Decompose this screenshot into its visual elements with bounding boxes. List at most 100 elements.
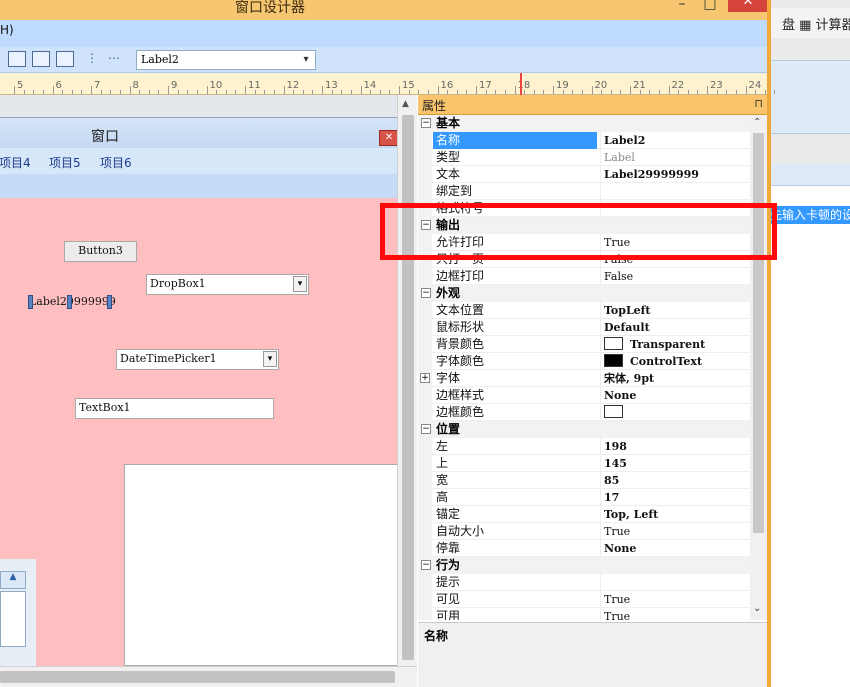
property-value[interactable]: True (600, 523, 750, 540)
property-value[interactable]: Default (600, 319, 750, 336)
property-category[interactable]: − 行为 (418, 557, 750, 574)
property-value[interactable]: 85 (600, 472, 750, 489)
collapse-icon[interactable]: − (421, 118, 431, 128)
property-value[interactable]: 17 (600, 489, 750, 506)
control-selector-dropdown[interactable]: Label2 ▾ (136, 50, 316, 70)
collapse-icon[interactable]: − (421, 424, 431, 434)
property-value[interactable]: Top, Left (600, 506, 750, 523)
ruler-tick (283, 86, 285, 94)
designer-vertical-thumb[interactable] (402, 115, 414, 660)
property-row-gutter (418, 387, 432, 404)
resize-handle-right[interactable] (107, 295, 112, 309)
property-row[interactable]: 边框样式 None (418, 387, 750, 404)
property-value[interactable] (600, 404, 750, 421)
property-value[interactable]: ControlText (600, 353, 750, 370)
designer-vertical-scrollbar[interactable]: ▲ (397, 95, 417, 666)
collapse-up-icon[interactable]: ▲ (0, 571, 26, 589)
property-row[interactable]: 边框打印 False (418, 268, 750, 285)
scroll-up-icon[interactable]: ⌃ (753, 117, 761, 128)
property-row[interactable]: 上 145 (418, 455, 750, 472)
property-value-text: ControlText (630, 355, 703, 368)
property-value[interactable] (600, 574, 750, 591)
property-value[interactable]: 宋体, 9pt (600, 370, 750, 387)
close-button[interactable]: ✕ (728, 0, 768, 12)
chevron-down-icon[interactable]: ▾ (299, 52, 313, 68)
form-menu-item-6[interactable]: 项目6 (100, 154, 132, 171)
property-row[interactable]: 背景颜色 Transparent (418, 336, 750, 353)
property-row[interactable]: 可见 True (418, 591, 750, 608)
property-value[interactable]: Label (600, 149, 750, 166)
property-row[interactable]: 可用 True (418, 608, 750, 620)
property-row[interactable]: + 字体 宋体, 9pt (418, 370, 750, 387)
menu-item-help[interactable]: H) (0, 23, 14, 37)
property-row[interactable]: 自动大小 True (418, 523, 750, 540)
property-category[interactable]: − 位置 (418, 421, 750, 438)
property-row[interactable]: 宽 85 (418, 472, 750, 489)
ruler-tick (148, 90, 150, 94)
property-row[interactable]: 锚定 Top, Left (418, 506, 750, 523)
form-menu-item-4[interactable]: 项目4 (0, 154, 31, 171)
property-row[interactable]: 类型 Label (418, 149, 750, 166)
property-grid-scrollbar[interactable]: ⌃ ⌄ (750, 115, 767, 620)
scroll-down-icon[interactable]: ⌄ (753, 603, 761, 614)
property-value-text: Top, Left (604, 508, 659, 521)
textbox1-control[interactable]: TextBox1 (75, 398, 274, 419)
ruler-tick (264, 90, 266, 94)
calendar-dropdown-icon[interactable]: ▾ (263, 351, 277, 367)
property-value[interactable]: Label2 (600, 132, 750, 149)
property-row[interactable]: 停靠 None (418, 540, 750, 557)
scroll-up-icon[interactable]: ▲ (402, 99, 409, 109)
form-menu-bar: 项目4 项目5 项目6 (0, 148, 397, 174)
collapse-icon[interactable]: − (421, 288, 431, 298)
designer-horizontal-scrollbar[interactable] (0, 666, 417, 687)
property-value[interactable]: False (600, 268, 750, 285)
maximize-button[interactable]: □ (700, 0, 720, 14)
form-menu-item-5[interactable]: 项目5 (49, 154, 81, 171)
property-row[interactable]: 左 198 (418, 438, 750, 455)
property-row[interactable]: 绑定到 (418, 183, 750, 200)
property-row[interactable]: 文本 Label29999999 (418, 166, 750, 183)
property-value[interactable]: 198 (600, 438, 750, 455)
property-row[interactable]: 鼠标形状 Default (418, 319, 750, 336)
pin-icon[interactable]: ⊓ (754, 97, 763, 110)
property-category[interactable]: − 外观 (418, 285, 750, 302)
ruler-tick (524, 90, 526, 94)
ruler-tick (485, 90, 487, 94)
side-panel-list[interactable] (0, 591, 26, 647)
minimize-button[interactable]: – (672, 0, 692, 14)
property-value[interactable]: Transparent (600, 336, 750, 353)
property-value[interactable]: None (600, 387, 750, 404)
property-row[interactable]: 高 17 (418, 489, 750, 506)
designer-horizontal-thumb[interactable] (0, 671, 395, 683)
datetimepicker1-control[interactable]: DateTimePicker1 ▾ (116, 349, 279, 370)
property-row[interactable]: 字体颜色 ControlText (418, 353, 750, 370)
property-value[interactable]: None (600, 540, 750, 557)
property-value[interactable]: 145 (600, 455, 750, 472)
align-top-icon[interactable] (8, 51, 26, 67)
property-value[interactable]: TopLeft (600, 302, 750, 319)
align-group-icon[interactable] (56, 51, 74, 67)
dropdown-arrow-icon[interactable]: ▾ (293, 276, 307, 292)
property-value[interactable]: Label29999999 (600, 166, 750, 183)
button3-control[interactable]: Button3 (64, 241, 137, 262)
calculator-label[interactable]: 盘 ▦ 计算器 (782, 14, 850, 33)
property-row[interactable]: 文本位置 TopLeft (418, 302, 750, 319)
property-value[interactable] (600, 183, 750, 200)
property-row[interactable]: 边框颜色 (418, 404, 750, 421)
property-grid-thumb[interactable] (753, 133, 764, 533)
resize-handle-left[interactable] (28, 295, 33, 309)
collapse-icon[interactable]: − (421, 560, 431, 570)
align-middle-icon[interactable] (32, 51, 50, 67)
white-panel-control[interactable] (124, 464, 398, 666)
property-value[interactable]: True (600, 608, 750, 620)
property-row[interactable]: 名称 Label2 (418, 132, 750, 149)
property-row[interactable]: 提示 (418, 574, 750, 591)
expand-icon[interactable]: + (420, 373, 430, 383)
vertical-spacing-icon[interactable]: ⋮ (86, 51, 100, 67)
property-value[interactable]: True (600, 591, 750, 608)
horizontal-ruler: 5 6 7 8 9 10 11 12 13 14 15 16 17 18 19 20 21 22 23 24 (0, 73, 776, 95)
property-category[interactable]: − 基本 (418, 115, 750, 132)
resize-handle-middle[interactable] (67, 295, 72, 309)
horizontal-spacing-icon[interactable]: ⋯ (108, 51, 128, 67)
dropbox1-control[interactable]: DropBox1 ▾ (146, 274, 309, 295)
